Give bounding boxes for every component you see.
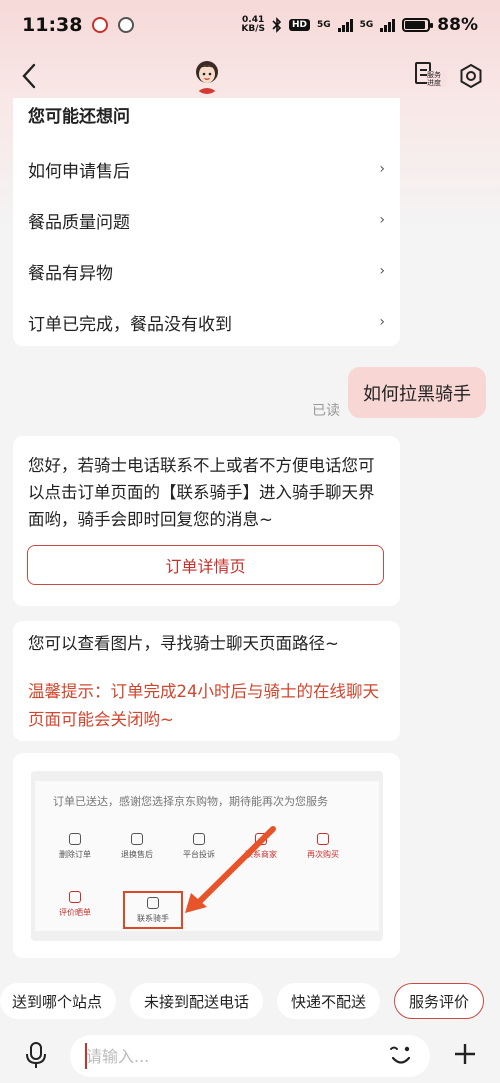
faq-item[interactable]: 餐品质量问题 › [13, 196, 400, 244]
chevron-right-icon: › [379, 314, 385, 330]
signal-label-2: 5G [359, 20, 374, 30]
quick-reply-chip[interactable]: 未接到配送电话 [130, 983, 264, 1019]
service-rating-chip[interactable]: 服务评价 [394, 983, 485, 1019]
chevron-right-icon: › [379, 212, 385, 228]
settings-icon[interactable] [458, 63, 484, 89]
faq-item[interactable]: 订单已完成，餐品没有收到 › [13, 298, 400, 346]
faq-item[interactable]: 餐品有异物 › [13, 247, 400, 295]
emoji-icon[interactable] [387, 1043, 415, 1069]
nav-bar: 服务进度 [0, 50, 500, 102]
service-progress-button[interactable]: 服务进度 [413, 62, 447, 92]
signal-label-1: 5G [316, 20, 331, 30]
signal-bars-icon-2 [380, 18, 396, 32]
status-time: 11:38 [22, 14, 83, 36]
plus-icon[interactable] [452, 1041, 478, 1067]
hint-text: 您可以查看图片，寻找骑士聊天页面路径~ [28, 634, 339, 653]
status-indicators: 0.41 KB/S HD 5G 5G 88% [241, 15, 478, 35]
user-message-bubble[interactable]: 如何拉黑骑手 [348, 367, 486, 418]
faq-item-label: 餐品质量问题 [28, 212, 130, 233]
warning-text: 温馨提示：订单完成24小时后与骑士的在线聊天页面可能会关闭哟~ [28, 682, 379, 729]
agent-reply-text: 您好，若骑士电话联系不上或者不方便电话您可以点击订单页面的【联系骑手】进入骑手聊… [28, 456, 375, 529]
battery-percent: 88% [437, 15, 478, 35]
chevron-right-icon: › [379, 161, 385, 177]
text-cursor [85, 1043, 87, 1069]
order-detail-button[interactable]: 订单详情页 [27, 545, 384, 585]
faq-item-label: 如何申请售后 [28, 161, 130, 182]
quick-reply-chip[interactable]: 送到哪个站点 [0, 983, 117, 1019]
input-bar [0, 1028, 500, 1083]
quick-reply-row: 送到哪个站点 未接到配送电话 快递不配送 服务评价 [0, 982, 500, 1020]
faq-item-label: 餐品有异物 [28, 263, 113, 284]
image-message-card[interactable]: 订单已送达，感谢您选择京东购物，期待能再次为您服务 删除订单 退换售后 平台投诉… [13, 753, 400, 958]
network-speed-unit: KB/S [241, 24, 265, 34]
agent-avatar [195, 61, 219, 94]
microphone-icon[interactable] [25, 1041, 47, 1069]
bluetooth-icon [272, 17, 282, 33]
faq-item-label: 订单已完成，餐品没有收到 [28, 314, 232, 335]
agent-reply-card: 您好，若骑士电话联系不上或者不方便电话您可以点击订单页面的【联系骑手】进入骑手聊… [13, 436, 400, 606]
faq-title: 您可能还想问 [28, 107, 130, 127]
chevron-right-icon: › [379, 263, 385, 279]
message-input[interactable] [70, 1035, 430, 1077]
signal-bars-icon [337, 18, 353, 32]
hd-badge: HD [288, 19, 310, 31]
read-status: 已读 [312, 403, 340, 419]
service-progress-label: 服务进度 [427, 71, 447, 87]
notification-app-icon-2 [118, 17, 135, 33]
quick-reply-chip[interactable]: 快递不配送 [277, 983, 381, 1019]
network-speed: 0.41 KB/S [241, 16, 265, 34]
status-bar: 11:38 0.41 KB/S HD 5G 5G 88% [0, 0, 500, 50]
guide-screenshot[interactable]: 订单已送达，感谢您选择京东购物，期待能再次为您服务 删除订单 退换售后 平台投诉… [31, 771, 383, 941]
screenshot-content: 订单已送达，感谢您选择京东购物，期待能再次为您服务 删除订单 退换售后 平台投诉… [35, 781, 379, 931]
agent-hint-card: 您可以查看图片，寻找骑士聊天页面路径~ 温馨提示：订单完成24小时后与骑士的在线… [13, 621, 400, 741]
battery-icon [402, 18, 434, 32]
arrow-icon [185, 826, 276, 913]
faq-item[interactable]: 如何申请售后 › [13, 145, 400, 193]
chevron-left-icon[interactable] [18, 62, 42, 90]
faq-card: 您可能还想问 如何申请售后 › 餐品质量问题 › 餐品有异物 › 订单已完成，餐… [13, 98, 400, 346]
notification-app-icon [92, 17, 109, 33]
